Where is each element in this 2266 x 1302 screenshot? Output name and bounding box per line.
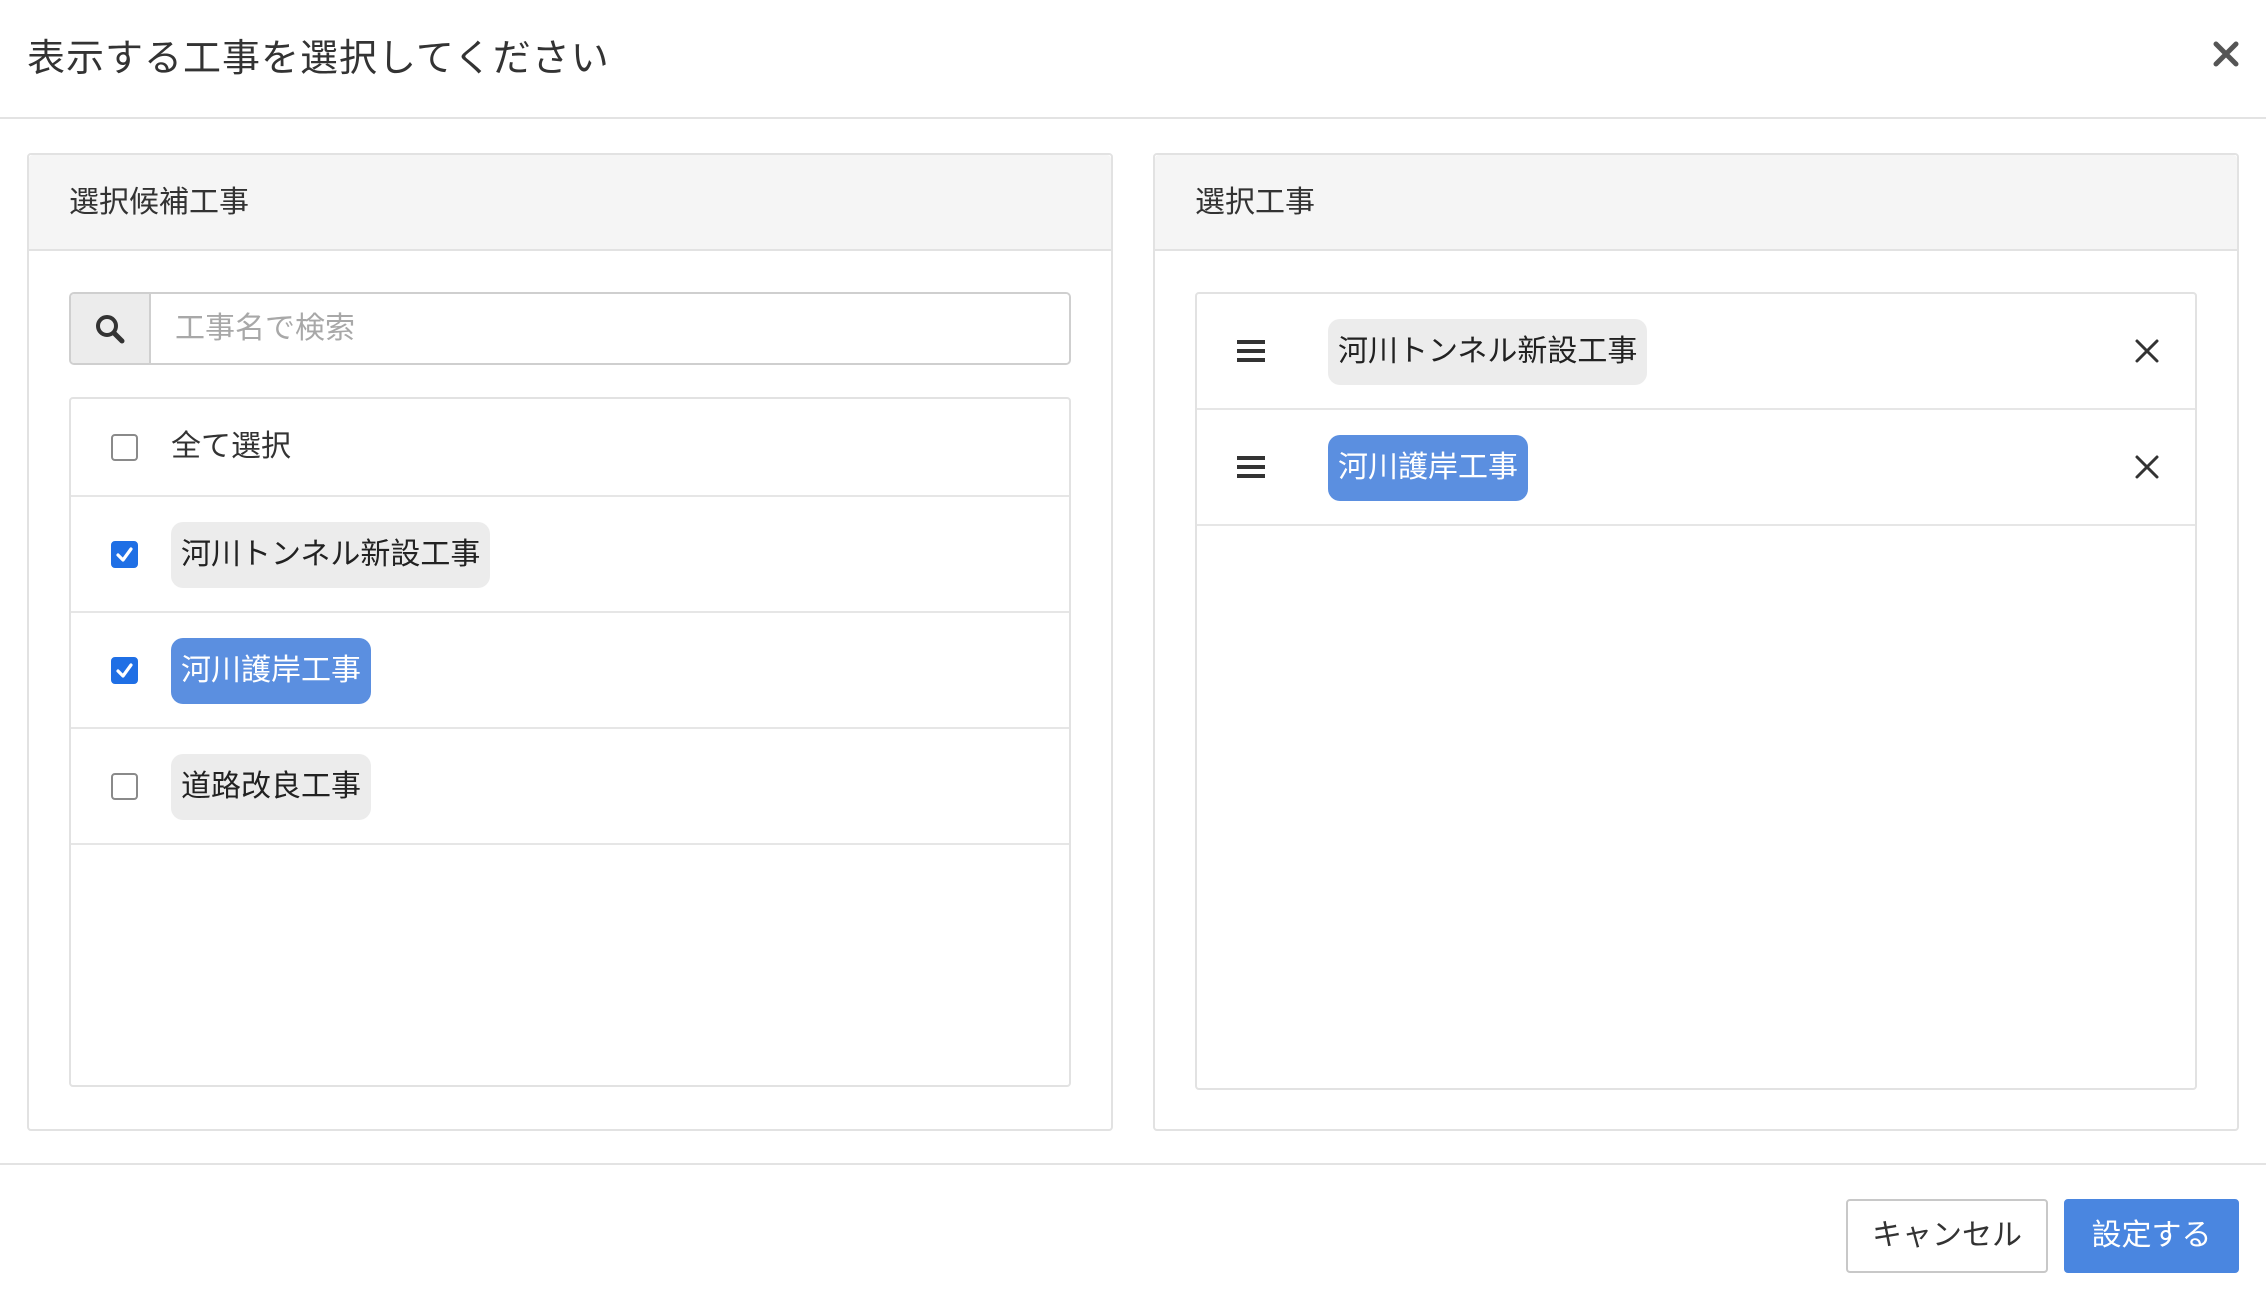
search-input[interactable] [151,294,1069,363]
candidate-list: 全て選択 河川トンネル新設工事 河川護岸工事 道路改良工事 [69,397,1071,1087]
remove-icon[interactable] [2133,337,2161,365]
selected-work-chip: 河川護岸工事 [1328,435,1528,501]
selected-panel: 選択工事 河川トンネル新設工事 河川護岸工事 [1153,153,2239,1131]
check-icon [116,663,133,678]
list-item[interactable]: 河川護岸工事 [71,613,1069,729]
select-all-label: 全て選択 [171,429,291,464]
submit-button[interactable]: 設定する [2064,1199,2239,1273]
dialog-header: 表示する工事を選択してください [0,0,2266,119]
dialog-footer: キャンセル 設定する [0,1163,2266,1302]
selected-item[interactable]: 河川護岸工事 [1197,410,2195,526]
candidates-panel-title: 選択候補工事 [69,185,249,220]
list-item[interactable]: 河川トンネル新設工事 [71,497,1069,613]
select-all-checkbox[interactable] [111,434,138,461]
search-group [69,292,1071,365]
search-addon [71,294,151,363]
drag-handle-icon[interactable] [1237,338,1265,364]
item-checkbox[interactable] [111,773,138,800]
select-all-row[interactable]: 全て選択 [71,399,1069,497]
item-checkbox[interactable] [111,657,138,684]
remove-icon[interactable] [2133,453,2161,481]
selected-panel-title: 選択工事 [1195,185,1315,220]
work-chip: 河川トンネル新設工事 [171,522,491,588]
work-chip: 河川護岸工事 [171,638,371,704]
selected-work-chip: 河川トンネル新設工事 [1328,319,1648,385]
dialog-title: 表示する工事を選択してください [27,36,610,80]
item-checkbox[interactable] [111,541,138,568]
search-icon [96,314,125,343]
candidates-panel-header: 選択候補工事 [29,155,1111,251]
close-icon[interactable] [2208,36,2244,72]
candidates-panel: 選択候補工事 全て選択 河川トンネ [27,153,1113,1131]
selected-panel-header: 選択工事 [1155,155,2237,251]
selected-list: 河川トンネル新設工事 河川護岸工事 [1195,292,2197,1090]
select-works-dialog: 表示する工事を選択してください 選択候補工事 全て選択 [0,0,2266,1302]
drag-handle-icon[interactable] [1237,454,1265,480]
cancel-button[interactable]: キャンセル [1846,1199,2048,1273]
selected-item[interactable]: 河川トンネル新設工事 [1197,294,2195,410]
check-icon [116,547,133,562]
work-chip: 道路改良工事 [171,754,371,820]
list-item[interactable]: 道路改良工事 [71,729,1069,845]
